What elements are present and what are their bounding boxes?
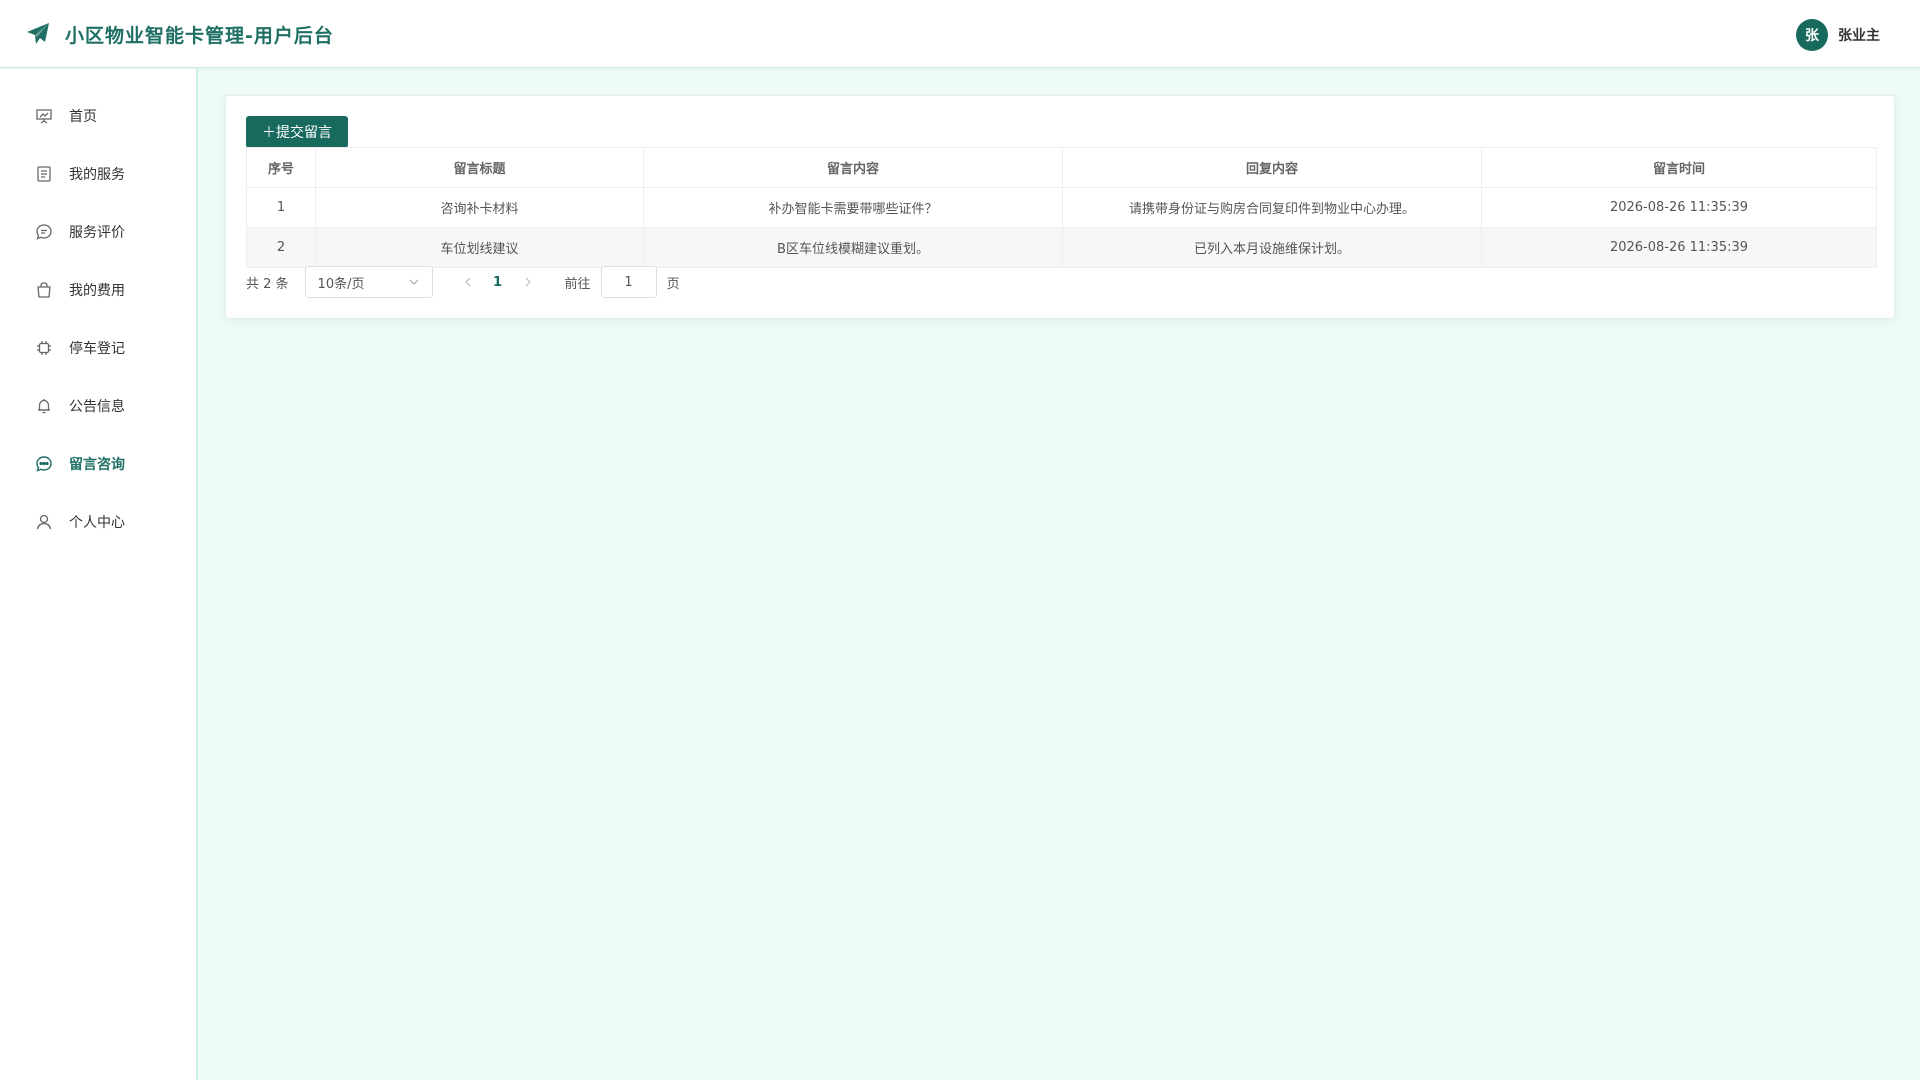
top-header: 小区物业智能卡管理-用户后台 张 张业主: [0, 0, 1920, 68]
table-header-row: 序号 留言标题 留言内容 回复内容 留言时间: [246, 147, 1877, 188]
page-size-select[interactable]: 10条/页: [304, 266, 433, 298]
sidebar-item-label: 停车登记: [69, 341, 125, 357]
user-menu[interactable]: 张 张业主: [1796, 19, 1880, 51]
cell-reply: 已列入本月设施维保计划。: [1062, 227, 1482, 268]
submit-message-button[interactable]: ＋提交留言: [246, 116, 348, 148]
message-list-card: ＋提交留言 序号 留言标题 留言内容 回复内容 留言时间 1 咨询补卡材料 补办…: [225, 95, 1895, 319]
chevron-down-icon: [409, 279, 418, 285]
cell-index: 2: [246, 227, 316, 268]
sidebar-item-announcements[interactable]: 公告信息: [0, 377, 196, 435]
message-dots-icon: [36, 456, 52, 472]
cell-title: 咨询补卡材料: [315, 187, 644, 228]
sidebar-item-service-review[interactable]: 服务评价: [0, 203, 196, 261]
column-header-title[interactable]: 留言标题: [315, 147, 644, 188]
goto-page-input[interactable]: [600, 266, 657, 298]
column-header-reply[interactable]: 回复内容: [1062, 147, 1482, 188]
column-header-index[interactable]: 序号: [246, 147, 316, 188]
avatar[interactable]: 张: [1796, 19, 1828, 51]
sidebar-item-my-fees[interactable]: 我的费用: [0, 261, 196, 319]
pagination: 共 2 条 10条/页 1 前往 页: [246, 266, 680, 298]
cell-index: 1: [246, 187, 316, 228]
cell-reply: 请携带身份证与购房合同复印件到物业中心办理。: [1062, 187, 1482, 228]
total-count: 共 2 条: [246, 276, 289, 292]
user-icon: [36, 514, 52, 530]
column-header-content[interactable]: 留言内容: [643, 147, 1063, 188]
username[interactable]: 张业主: [1838, 25, 1880, 45]
next-page-button[interactable]: [513, 266, 543, 298]
cell-title: 车位划线建议: [315, 227, 644, 268]
presentation-board-icon: [36, 109, 52, 124]
sidebar-item-label: 留言咨询: [69, 457, 125, 473]
sidebar-item-label: 公告信息: [69, 399, 125, 415]
sidebar-item-my-services[interactable]: 我的服务: [0, 145, 196, 203]
cell-content: B区车位线模糊建议重划。: [643, 227, 1063, 268]
paper-plane-icon: [27, 23, 49, 44]
cell-time: 2026-08-26 11:35:39: [1481, 187, 1877, 228]
column-header-time[interactable]: 留言时间: [1481, 147, 1877, 188]
page-size-value: 10条/页: [317, 276, 365, 292]
page-number-current[interactable]: 1: [483, 266, 513, 298]
brand[interactable]: 小区物业智能卡管理-用户后台: [26, 18, 334, 50]
prev-page-button[interactable]: [453, 266, 483, 298]
chat-bubble-icon: [36, 224, 52, 240]
cell-content: 补办智能卡需要带哪些证件？: [643, 187, 1063, 228]
sidebar: 首页 我的服务 服务评价 我的费用 停车登记 公告信息 留言咨询 个人中心: [0, 69, 198, 1080]
sidebar-item-profile[interactable]: 个人中心: [0, 493, 196, 551]
table-row[interactable]: 1 咨询补卡材料 补办智能卡需要带哪些证件？ 请携带身份证与购房合同复印件到物业…: [246, 187, 1877, 228]
sidebar-item-label: 首页: [69, 109, 97, 125]
table-row[interactable]: 2 车位划线建议 B区车位线模糊建议重划。 已列入本月设施维保计划。 2026-…: [246, 227, 1877, 268]
sidebar-item-parking[interactable]: 停车登记: [0, 319, 196, 377]
app-title: 小区物业智能卡管理-用户后台: [65, 24, 334, 47]
sidebar-item-messages[interactable]: 留言咨询: [0, 435, 196, 493]
sidebar-item-label: 我的服务: [69, 167, 125, 183]
sidebar-item-label: 个人中心: [69, 515, 125, 531]
goto-suffix: 页: [666, 276, 680, 292]
sidebar-item-label: 我的费用: [69, 283, 125, 299]
cpu-chip-icon: [37, 341, 51, 355]
bell-icon: [38, 399, 50, 414]
sidebar-item-home[interactable]: 首页: [0, 87, 196, 145]
document-icon: [37, 166, 51, 182]
chevron-left-icon: [464, 277, 470, 287]
chevron-right-icon: [525, 277, 531, 287]
cell-time: 2026-08-26 11:35:39: [1481, 227, 1877, 268]
shopping-bag-icon: [37, 282, 51, 298]
sidebar-item-label: 服务评价: [69, 225, 125, 241]
message-table: 序号 留言标题 留言内容 回复内容 留言时间 1 咨询补卡材料 补办智能卡需要带…: [246, 147, 1877, 268]
goto-label: 前往: [564, 276, 591, 292]
